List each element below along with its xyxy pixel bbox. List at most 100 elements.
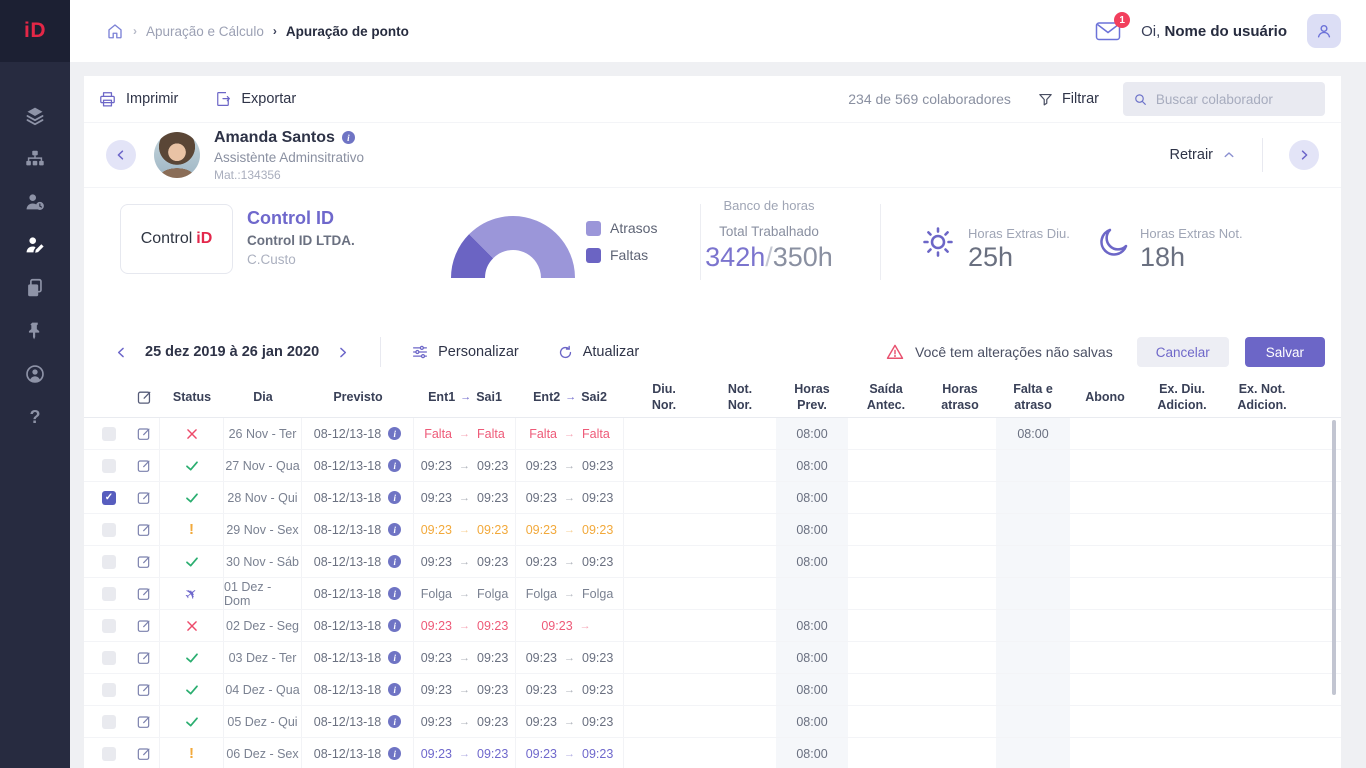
cell-abono — [1070, 706, 1140, 737]
col-ex-diu: Ex. Diu. Adicion. — [1140, 378, 1224, 417]
info-icon[interactable]: i — [388, 683, 401, 696]
cell-falta_atraso — [996, 610, 1070, 641]
cell-horas_atraso — [924, 610, 996, 641]
cell-dia: 02 Dez - Seg — [224, 610, 302, 641]
notifications-button[interactable]: 1 — [1095, 20, 1121, 42]
search-input[interactable] — [1156, 92, 1315, 107]
table-row: 04 Dez - Qua 08-12/13-18 i 09:23→09:23 0… — [84, 674, 1341, 706]
edit-row-button[interactable] — [136, 650, 152, 666]
edit-row-button[interactable] — [136, 714, 152, 730]
personalize-button[interactable]: Personalizar — [411, 343, 519, 361]
edit-row-button[interactable] — [136, 490, 152, 506]
cell-horas_prev: 08:00 — [776, 418, 848, 449]
row-checkbox[interactable] — [102, 427, 116, 441]
help-icon[interactable]: ? — [23, 405, 47, 429]
info-icon[interactable]: i — [388, 491, 401, 504]
table-row: 05 Dez - Qui 08-12/13-18 i 09:23→09:23 0… — [84, 706, 1341, 738]
legend-item-faltas: Faltas — [586, 247, 657, 263]
info-icon[interactable]: i — [388, 587, 401, 600]
col-falta-atraso: Falta e atraso — [996, 378, 1070, 417]
col-not-nor: Not. Nor. — [704, 378, 776, 417]
cell-ex_diu — [1140, 546, 1224, 577]
row-checkbox[interactable] — [102, 619, 116, 633]
cell-abono — [1070, 610, 1140, 641]
refresh-icon — [557, 344, 574, 361]
info-icon[interactable]: i — [388, 555, 401, 568]
edit-row-button[interactable] — [136, 618, 152, 634]
info-icon[interactable]: i — [388, 619, 401, 632]
info-icon[interactable]: i — [388, 459, 401, 472]
cell-ent2-sai2: 09:23→09:23 — [516, 514, 624, 545]
previous-period-button[interactable] — [114, 345, 129, 360]
employee-info-icon[interactable]: i — [342, 131, 355, 144]
refresh-button[interactable]: Atualizar — [557, 344, 639, 361]
info-icon[interactable]: i — [388, 523, 401, 536]
row-checkbox[interactable] — [102, 555, 116, 569]
cell-horas_atraso — [924, 482, 996, 513]
search-icon — [1133, 91, 1148, 108]
cell-horas_prev: 08:00 — [776, 642, 848, 673]
edit-row-button[interactable] — [136, 522, 152, 538]
row-checkbox[interactable] — [102, 523, 116, 537]
arrow-icon: → — [564, 524, 575, 536]
edit-row-button[interactable] — [136, 746, 152, 762]
user-circle-icon[interactable] — [23, 362, 47, 386]
col-saida-antec: Saída Antec. — [848, 378, 924, 417]
user-edit-icon[interactable] — [23, 233, 47, 257]
table-scrollbar[interactable] — [1332, 420, 1336, 695]
cell-diu_nor — [624, 418, 704, 449]
worked-hours-value: 342h/350h — [674, 242, 864, 273]
user-clock-icon[interactable] — [23, 190, 47, 214]
row-checkbox[interactable] — [102, 651, 116, 665]
clipboard-icon[interactable] — [23, 276, 47, 300]
cell-saida_antec — [848, 546, 924, 577]
save-button[interactable]: Salvar — [1245, 337, 1325, 367]
divider — [880, 204, 881, 280]
cell-ex_not — [1224, 482, 1300, 513]
edit-row-button[interactable] — [136, 586, 152, 602]
info-icon[interactable]: i — [388, 715, 401, 728]
header-edit-column — [128, 378, 160, 417]
status-absent-icon — [185, 619, 199, 633]
info-icon[interactable]: i — [388, 427, 401, 440]
breadcrumb-parent[interactable]: Apuração e Cálculo — [146, 24, 264, 39]
info-icon[interactable]: i — [388, 747, 401, 760]
legend-item-atrasos: Atrasos — [586, 220, 657, 236]
cell-ent2-sai2: 09:23→09:23 — [516, 482, 624, 513]
table-row: ✓ 28 Nov - Qui 08-12/13-18 i 09:23→09:23… — [84, 482, 1341, 514]
home-icon[interactable] — [106, 22, 124, 40]
row-checkbox[interactable] — [102, 459, 116, 473]
info-icon[interactable]: i — [388, 651, 401, 664]
row-checkbox[interactable] — [102, 587, 116, 601]
filter-button[interactable]: Filtrar — [1037, 91, 1099, 108]
cell-horas_prev — [776, 578, 848, 609]
org-chart-icon[interactable] — [23, 147, 47, 171]
table-row: 30 Nov - Sáb 08-12/13-18 i 09:23→09:23 0… — [84, 546, 1341, 578]
edit-row-button[interactable] — [136, 426, 152, 442]
cell-dia: 06 Dez - Sex — [224, 738, 302, 768]
cell-saida_antec — [848, 642, 924, 673]
edit-row-button[interactable] — [136, 458, 152, 474]
edit-row-button[interactable] — [136, 554, 152, 570]
header-checkbox-column — [84, 378, 128, 417]
row-checkbox[interactable] — [102, 715, 116, 729]
edit-row-button[interactable] — [136, 682, 152, 698]
app-logo[interactable]: iD — [0, 0, 70, 62]
next-employee-button[interactable] — [1289, 140, 1319, 170]
row-checkbox[interactable] — [102, 747, 116, 761]
export-button[interactable]: Exportar — [214, 90, 296, 108]
collapse-button[interactable]: Retrair — [1169, 147, 1236, 163]
user-avatar-button[interactable] — [1307, 14, 1341, 48]
print-button[interactable]: Imprimir — [98, 90, 178, 109]
row-checkbox[interactable] — [102, 683, 116, 697]
employee-name: Amanda Santos — [214, 129, 335, 147]
cell-dia: 05 Dez - Qui — [224, 706, 302, 737]
previous-employee-button[interactable] — [106, 140, 136, 170]
cancel-button[interactable]: Cancelar — [1137, 337, 1229, 367]
timesheet-table: Status Dia Previsto Ent1→Sai1 Ent2→Sai2 … — [84, 378, 1341, 768]
row-checkbox[interactable]: ✓ — [102, 491, 116, 505]
layers-icon[interactable] — [23, 104, 47, 128]
pin-icon[interactable] — [23, 319, 47, 343]
cell-diu_nor — [624, 514, 704, 545]
next-period-button[interactable] — [335, 345, 350, 360]
